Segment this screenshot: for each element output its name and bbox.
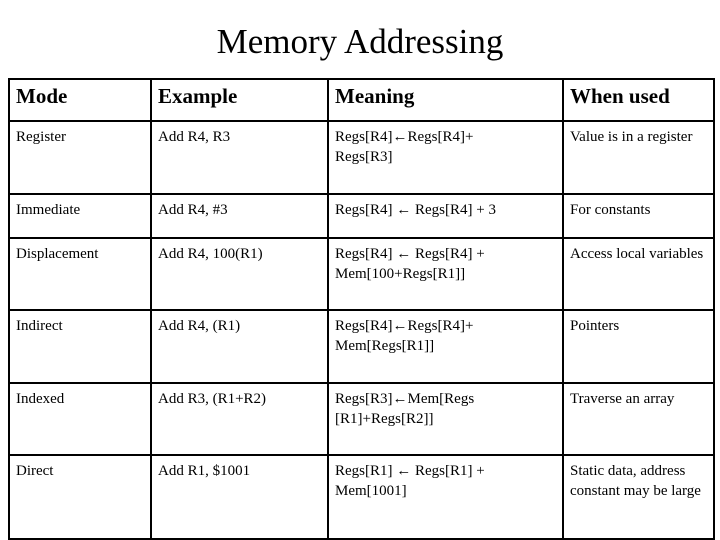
cell-mode: Immediate [8,193,152,239]
table-row: Register Add R4, R3 Regs[R4]←Regs[R4]+ R… [8,120,715,195]
column-header-when-used: When used [562,78,715,122]
cell-example: Add R4, (R1) [150,309,329,384]
cell-example: Add R4, R3 [150,120,329,195]
cell-meaning: Regs[R4] ← Regs[R4] + 3 [327,193,564,239]
table-row: Direct Add R1, $1001 Regs[R1] ← Regs[R1]… [8,454,715,540]
cell-mode: Displacement [8,237,152,311]
cell-mode: Register [8,120,152,195]
cell-when-used: Pointers [562,309,715,384]
table-body: Register Add R4, R3 Regs[R4]←Regs[R4]+ R… [8,120,715,540]
memory-addressing-table: Mode Example Meaning When used Register … [8,78,715,540]
cell-when-used: Value is in a register [562,120,715,195]
page-title: Memory Addressing [216,22,504,61]
slide: Memory Addressing Mode Example Meaning W… [0,0,720,540]
cell-meaning: Regs[R3]←Mem[Regs [R1]+Regs[R2]] [327,382,564,456]
cell-mode: Direct [8,454,152,540]
table-header: Mode Example Meaning When used [8,78,715,122]
table-row: Displacement Add R4, 100(R1) Regs[R4] ← … [8,237,715,311]
cell-mode: Indirect [8,309,152,384]
cell-when-used: Traverse an array [562,382,715,456]
cell-meaning: Regs[R1] ← Regs[R1] + Mem[1001] [327,454,564,540]
cell-when-used: Access local variables [562,237,715,311]
cell-example: Add R3, (R1+R2) [150,382,329,456]
column-header-example: Example [150,78,329,122]
column-header-mode: Mode [8,78,152,122]
cell-mode: Indexed [8,382,152,456]
cell-example: Add R1, $1001 [150,454,329,540]
cell-when-used: Static data, address constant may be lar… [562,454,715,540]
cell-meaning: Regs[R4]←Regs[R4]+ Mem[Regs[R1]] [327,309,564,384]
table-row: Indexed Add R3, (R1+R2) Regs[R3]←Mem[Reg… [8,382,715,456]
cell-when-used: For constants [562,193,715,239]
table-row: Indirect Add R4, (R1) Regs[R4]←Regs[R4]+… [8,309,715,384]
table-header-row: Mode Example Meaning When used [8,78,715,122]
cell-example: Add R4, #3 [150,193,329,239]
table-row: Immediate Add R4, #3 Regs[R4] ← Regs[R4]… [8,193,715,239]
memory-addressing-table-container: Mode Example Meaning When used Register … [8,78,715,540]
cell-meaning: Regs[R4]←Regs[R4]+ Regs[R3] [327,120,564,195]
column-header-meaning: Meaning [327,78,564,122]
cell-meaning: Regs[R4] ← Regs[R4] + Mem[100+Regs[R1]] [327,237,564,311]
cell-example: Add R4, 100(R1) [150,237,329,311]
